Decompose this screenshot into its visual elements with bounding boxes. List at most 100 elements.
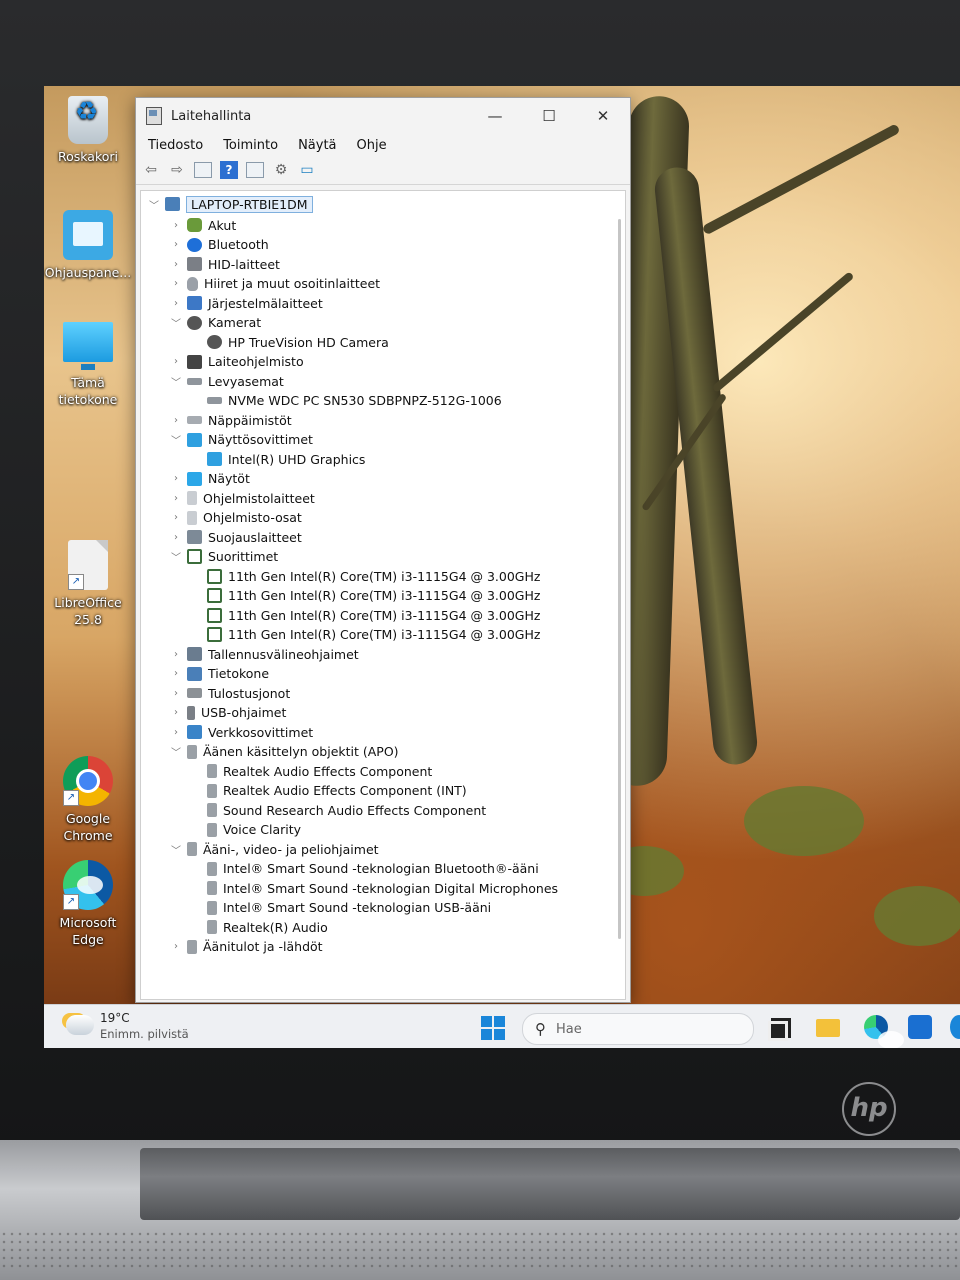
tree-device[interactable]: Realtek(R) Audio [189,917,328,937]
chevron-right-icon[interactable]: › [169,649,183,660]
chevron-down-icon[interactable]: ﹀ [169,432,183,447]
tree-category[interactable]: › Ohjelmisto-osat [169,508,302,528]
app-icon-partial[interactable] [950,1015,960,1039]
chevron-right-icon[interactable]: › [169,941,183,952]
tree-category[interactable]: › Järjestelmälaitteet [169,293,323,313]
back-arrow-icon[interactable]: ⇦ [142,161,160,179]
start-button[interactable] [481,1016,505,1040]
tree-device[interactable]: Realtek Audio Effects Component [189,761,432,781]
tree-device[interactable]: NVMe WDC PC SN530 SDBPNPZ-512G-1006 [189,391,502,411]
monitor-icon[interactable]: ▭ [298,161,316,179]
menu-help[interactable]: Ohje [357,138,387,153]
chevron-down-icon[interactable]: ﹀ [169,315,183,330]
desktop-icon-libreoffice[interactable]: ↗ LibreOffice 25.8 [44,540,132,628]
menu-file[interactable]: Tiedosto [148,138,203,153]
chevron-right-icon[interactable]: › [169,278,183,289]
chevron-right-icon[interactable]: › [169,239,183,250]
chevron-right-icon[interactable]: › [169,298,183,309]
chevron-right-icon[interactable]: › [169,688,183,699]
tree-device[interactable]: Voice Clarity [189,820,301,840]
desktop-icon-chrome[interactable]: ↗ Google Chrome [44,756,132,844]
file-explorer-icon[interactable] [816,1019,840,1037]
tree-category[interactable]: › Verkkosovittimet [169,722,313,742]
tree-category[interactable]: › Äänitulot ja -lähdöt [169,937,323,957]
tree-device[interactable]: 11th Gen Intel(R) Core(TM) i3-1115G4 @ 3… [189,605,540,625]
search-box[interactable]: ⚲ Hae [522,1013,754,1045]
desktop-icon-recycle-bin[interactable]: Roskakori [44,96,132,165]
chevron-right-icon[interactable]: › [169,493,183,504]
maximize-button[interactable]: ☐ [522,98,576,134]
tree-device[interactable]: Intel® Smart Sound -teknologian Digital … [189,878,558,898]
tree-device[interactable]: 11th Gen Intel(R) Core(TM) i3-1115G4 @ 3… [189,566,540,586]
tree-device[interactable]: Realtek Audio Effects Component (INT) [189,781,467,801]
menu-action[interactable]: Toiminto [223,138,278,153]
tree-device[interactable]: Intel(R) UHD Graphics [189,449,365,469]
tree-category[interactable]: › Laiteohjelmisto [169,352,304,372]
weather-cloud-icon[interactable] [66,1015,94,1035]
minimize-button[interactable]: — [468,98,522,134]
tree-label: Voice Clarity [223,822,302,837]
tree-category[interactable]: › USB-ohjaimet [169,703,286,723]
title-bar[interactable]: Laitehallinta — ☐ ✕ [136,98,630,134]
chevron-down-icon[interactable]: ﹀ [169,744,183,759]
tree-label: Suojauslaitteet [208,529,302,545]
chevron-down-icon[interactable]: ﹀ [169,842,183,857]
help-icon[interactable]: ? [220,161,238,179]
desktop-icon-this-pc[interactable]: Tämä tietokone [44,322,132,408]
tree-category[interactable]: › Suojauslaitteet [169,527,302,547]
store-icon[interactable] [908,1015,932,1039]
tree-scrollbar[interactable] [618,219,621,939]
tree-category[interactable]: › Bluetooth [169,235,269,255]
close-button[interactable]: ✕ [576,98,630,134]
view-icon[interactable] [246,162,264,178]
chevron-right-icon[interactable]: › [169,473,183,484]
chevron-right-icon[interactable]: › [169,512,183,523]
tree-device[interactable]: Intel® Smart Sound -teknologian Bluetoot… [189,859,539,879]
tree-category[interactable]: › Näytöt [169,469,250,489]
chevron-down-icon[interactable]: ﹀ [169,374,183,389]
tree-category[interactable]: › Hiiret ja muut osoitinlaitteet [169,274,380,294]
chevron-right-icon[interactable]: › [169,415,183,426]
tree-device[interactable]: HP TrueVision HD Camera [189,332,389,352]
tree-device[interactable]: Sound Research Audio Effects Component [189,800,486,820]
tree-category[interactable]: › Tietokone [169,664,269,684]
tree-device[interactable]: 11th Gen Intel(R) Core(TM) i3-1115G4 @ 3… [189,586,540,606]
computer-icon [165,197,180,211]
tree-category[interactable]: › HID-laitteet [169,254,280,274]
chevron-right-icon[interactable]: › [169,727,183,738]
desktop-icon-edge[interactable]: ↗ Microsoft Edge [44,860,132,948]
properties-icon[interactable] [194,162,212,178]
tree-category[interactable]: ﹀ Levyasemat [169,371,284,391]
tree-category[interactable]: ﹀ Äänen käsittelyn objektit (APO) [169,742,399,762]
menu-bar: Tiedosto Toiminto Näytä Ohje [136,134,630,156]
tree-category[interactable]: › Akut [169,215,236,235]
tree-label: Intel® Smart Sound -teknologian Digital … [223,880,559,896]
desktop-icon-control-panel[interactable]: Ohjauspane... [44,210,132,281]
chevron-right-icon[interactable]: › [169,356,183,367]
tree-device[interactable]: 11th Gen Intel(R) Core(TM) i3-1115G4 @ 3… [189,625,540,645]
tree-device[interactable]: Intel® Smart Sound -teknologian USB-ääni [189,898,491,918]
tree-category[interactable]: › Ohjelmistolaitteet [169,488,315,508]
chevron-right-icon[interactable]: › [169,707,183,718]
weather-temp[interactable]: 19°C [100,1011,130,1025]
scan-icon[interactable]: ⚙ [272,161,290,179]
menu-view[interactable]: Näytä [298,138,336,153]
weather-condition[interactable]: Enimm. pilvistä [100,1027,189,1041]
tree-category[interactable]: › Näppäimistöt [169,410,292,430]
chevron-right-icon[interactable]: › [169,532,183,543]
edge-taskbar-icon[interactable] [864,1015,904,1048]
chevron-down-icon[interactable]: ﹀ [169,549,183,564]
tree-category[interactable]: ﹀ Ääni-, video- ja peliohjaimet [169,839,379,859]
tree-root[interactable]: ﹀ LAPTOP-RTBIE1DM [147,194,313,214]
tree-category[interactable]: › Tallennusvälineohjaimet [169,644,359,664]
tree-category[interactable]: › Tulostusjonot [169,683,290,703]
chevron-right-icon[interactable]: › [169,668,183,679]
chevron-right-icon[interactable]: › [169,259,183,270]
tree-category[interactable]: ﹀ Näyttösovittimet [169,430,313,450]
tree-category[interactable]: ﹀ Suorittimet [169,547,278,567]
chevron-down-icon[interactable]: ﹀ [147,197,161,212]
tree-category[interactable]: ﹀ Kamerat [169,313,261,333]
chevron-right-icon[interactable]: › [169,220,183,231]
task-view-icon[interactable] [768,1021,788,1041]
forward-arrow-icon[interactable]: ⇨ [168,161,186,179]
